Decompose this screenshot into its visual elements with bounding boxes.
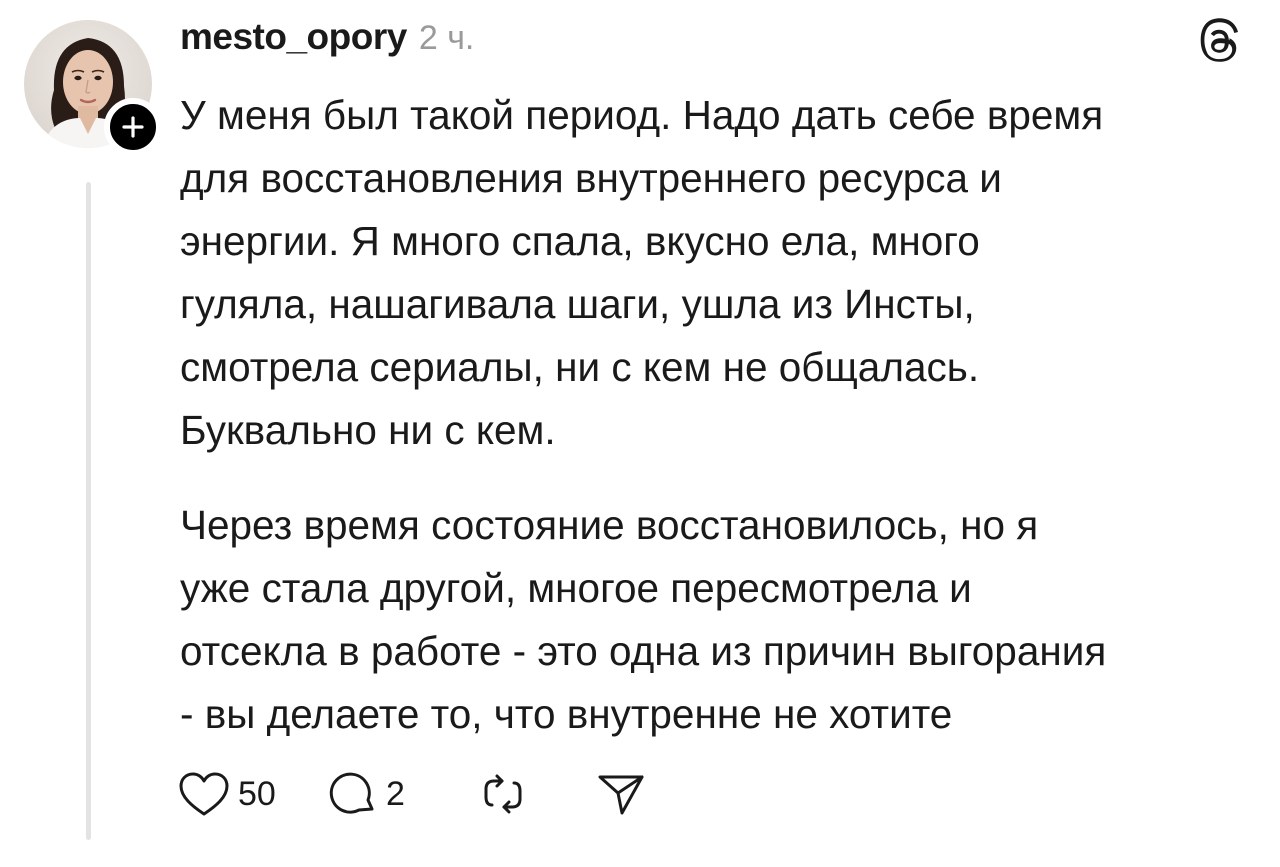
- post-body: У меня был такой период. Надо дать себе …: [180, 84, 1260, 746]
- post-paragraph: У меня был такой период. Надо дать себе …: [180, 92, 1104, 453]
- reply-count: 2: [386, 774, 405, 813]
- post-header: mesto_opory 2 ч.: [180, 16, 474, 66]
- plus-icon: [122, 116, 144, 138]
- heart-icon: [179, 772, 229, 816]
- like-button[interactable]: 50: [178, 770, 328, 818]
- comment-icon: [329, 772, 374, 814]
- avatar-container: [24, 20, 162, 156]
- post-paragraph: Через время состояние восстановилось, но…: [180, 502, 1107, 737]
- like-count: 50: [238, 774, 276, 813]
- username[interactable]: mesto_opory: [180, 16, 407, 58]
- reply-button[interactable]: 2: [328, 769, 478, 819]
- send-icon: [598, 775, 644, 815]
- timestamp: 2 ч.: [418, 19, 475, 57]
- thread-line: [86, 182, 91, 840]
- post-actions: 50 2: [178, 762, 646, 826]
- follow-button[interactable]: [104, 98, 162, 156]
- threads-logo-icon[interactable]: [1196, 18, 1244, 66]
- share-button[interactable]: [596, 769, 646, 819]
- repost-icon: [484, 774, 522, 814]
- repost-button[interactable]: [478, 769, 596, 819]
